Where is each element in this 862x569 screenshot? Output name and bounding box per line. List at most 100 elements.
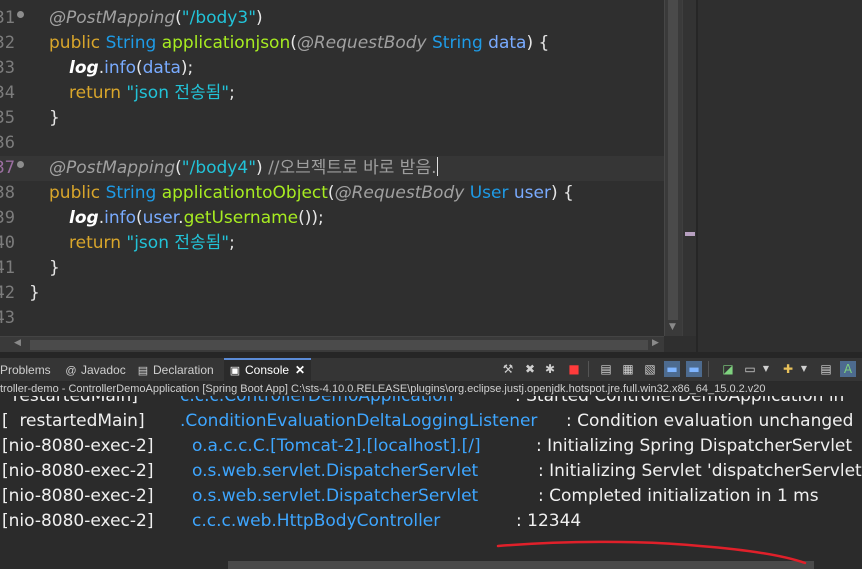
fold-marker-icon[interactable] — [17, 11, 24, 18]
code-text: return "json 전송됨"; — [69, 231, 235, 256]
log-thread: [nio-8080-exec-2] — [2, 436, 154, 456]
code-text: public String applicationjson(@RequestBo… — [49, 31, 549, 56]
word-wrap-icon[interactable]: ▧ — [642, 361, 658, 377]
code-token: data — [142, 58, 181, 78]
code-token: info — [104, 58, 136, 78]
console-output[interactable]: restartedMain] c.c.c.ControllerDemoApplic… — [0, 396, 862, 560]
log-logger-link[interactable]: c.c.c.web.HttpBodyController — [192, 509, 440, 534]
tab-problems[interactable]: Problems — [0, 358, 51, 382]
console-log-line[interactable]: restartedMain] c.c.c.ControllerDemoApplic… — [0, 396, 862, 409]
code-line[interactable]: 32 public String applicationjson(@Request… — [0, 31, 664, 56]
code-line[interactable]: 35} — [0, 106, 664, 131]
line-number: 34 — [0, 81, 18, 106]
line-number-text: 37 — [0, 158, 15, 178]
code-line[interactable]: 43 — [0, 306, 664, 331]
code-token: } — [49, 258, 60, 278]
code-line[interactable]: 37 @PostMapping("/body4") //오브젝트로 바로 받음. — [0, 156, 664, 181]
toolbar-separator — [708, 361, 709, 377]
code-token: public — [49, 183, 106, 203]
log-logger-link[interactable]: o.s.web.servlet.DispatcherServlet — [192, 484, 478, 509]
code-line[interactable]: 40 return "json 전송됨"; — [0, 231, 664, 256]
code-token: applicationtoObject — [161, 183, 328, 203]
code-line[interactable]: 33 log.info(data); — [0, 56, 664, 81]
editor-horizontal-scrollbar[interactable]: ◀ ▶ — [0, 336, 664, 352]
pin-console-icon[interactable]: ⚒ — [500, 361, 516, 377]
scroll-down-arrow-icon[interactable]: ▼ — [669, 322, 676, 332]
code-editor[interactable]: 31@PostMapping("/body3")32 public String … — [0, 0, 664, 336]
code-line[interactable]: 36 — [0, 131, 664, 156]
code-line[interactable]: 42} — [0, 281, 664, 306]
code-token: String — [105, 183, 162, 203]
code-text: @PostMapping("/body3") — [49, 6, 263, 31]
log-logger-link[interactable]: c.c.c.ControllerDemoApplication — [180, 396, 453, 409]
console-horizontal-scroll-thumb[interactable] — [228, 561, 814, 569]
line-number: 32 — [0, 31, 18, 56]
log-message: : Completed initialization in 1 ms — [538, 486, 819, 506]
editor-horizontal-scroll-thumb[interactable] — [30, 340, 648, 350]
scroll-lock-icon[interactable]: ▦ — [620, 361, 636, 377]
console-log-line[interactable]: [ restartedMain] .ConditionEvaluationDelt… — [0, 409, 862, 434]
log-logger-link[interactable]: o.s.web.servlet.DispatcherServlet — [192, 459, 478, 484]
chevron-down-icon[interactable]: ▼ — [758, 361, 774, 377]
console-log-line[interactable]: [nio-8080-exec-2] c.c.c.web.HttpBodyContr… — [0, 509, 862, 534]
views-tab-bar: Problems @ Javadoc ▤ Declaration ▣ Console ✕… — [0, 358, 862, 382]
show-on-stdout-icon[interactable]: ▬ — [664, 361, 680, 377]
code-line[interactable]: 34 return "json 전송됨"; — [0, 81, 664, 106]
code-text: } — [49, 256, 60, 281]
console-log-line[interactable]: [nio-8080-exec-2] o.s.web.servlet.Dispatc… — [0, 484, 862, 509]
terminate-icon[interactable]: ■ — [566, 361, 582, 377]
line-number: 37 — [0, 156, 18, 181]
code-token: return — [69, 83, 127, 103]
code-token: ; — [229, 233, 235, 253]
remove-launch-icon[interactable]: ✖ — [522, 361, 538, 377]
scroll-left-arrow-icon[interactable]: ◀ — [14, 338, 21, 348]
toolbar-separator — [588, 361, 589, 377]
code-line[interactable]: 41} — [0, 256, 664, 281]
line-number-text: 33 — [0, 58, 15, 78]
code-text: public String applicationtoObject(@Reque… — [49, 181, 574, 206]
close-icon[interactable]: ✕ — [295, 363, 305, 377]
overview-ruler[interactable] — [682, 0, 696, 336]
log-thread: [nio-8080-exec-2] — [2, 486, 154, 506]
clear-console-icon[interactable]: ▤ — [598, 361, 614, 377]
console-log-line[interactable]: [nio-8080-exec-2] o.a.c.c.C.[Tomcat-2].[l… — [0, 434, 862, 459]
copy-icon[interactable]: ▤ — [818, 361, 834, 377]
code-token: getUsername — [183, 208, 299, 228]
scroll-right-arrow-icon[interactable]: ▶ — [652, 338, 659, 348]
console-log-line[interactable]: [nio-8080-exec-2] o.s.web.servlet.Dispatc… — [0, 459, 862, 484]
tab-console[interactable]: ▣ Console ✕ — [224, 358, 312, 382]
new-console-icon[interactable]: ✚ — [780, 361, 796, 377]
chevron-down-icon[interactable]: ▼ — [796, 361, 812, 377]
code-token: ( — [135, 208, 143, 228]
console-settings-icon[interactable]: A — [840, 361, 856, 377]
code-line[interactable]: 39log.info(user.getUsername()); — [0, 206, 664, 231]
log-logger-link[interactable]: .ConditionEvaluationDeltaLoggingListener — [180, 409, 537, 434]
fold-marker-icon[interactable] — [17, 161, 24, 168]
code-token: String — [432, 33, 489, 53]
code-token: "/body3" — [181, 8, 257, 28]
display-selected-console-icon[interactable]: ▭ — [742, 361, 758, 377]
line-number: 43 — [0, 306, 18, 331]
code-token: } — [29, 283, 40, 303]
code-token: ( — [175, 8, 182, 28]
code-token: ; — [229, 83, 235, 103]
tab-javadoc[interactable]: @ Javadoc — [64, 358, 125, 382]
tab-declaration[interactable]: ▤ Declaration — [136, 358, 214, 382]
code-line[interactable]: 38 public String applicationtoObject(@Req… — [0, 181, 664, 206]
code-token: ); — [180, 58, 194, 78]
log-logger-link[interactable]: o.a.c.c.C.[Tomcat-2].[localhost].[/] — [192, 434, 481, 459]
editor-vertical-scrollbar[interactable]: ▼ — [664, 0, 682, 336]
line-number-text: 43 — [0, 308, 15, 328]
overview-ruler-marker[interactable] — [685, 232, 695, 236]
open-console-icon[interactable]: ◪ — [720, 361, 736, 377]
log-thread: restartedMain] — [2, 396, 138, 406]
console-icon: ▣ — [229, 365, 241, 377]
declaration-icon: ▤ — [137, 365, 149, 377]
remove-all-terminated-icon[interactable]: ✱ — [542, 361, 558, 377]
code-token: } — [49, 108, 60, 128]
console-horizontal-scrollbar[interactable] — [0, 560, 862, 569]
show-on-stderr-icon[interactable]: ▬ — [686, 361, 702, 377]
editor-vertical-scroll-thumb[interactable] — [668, 0, 678, 320]
log-message: : Initializing Spring DispatcherServlet — [536, 436, 853, 456]
code-line[interactable]: 31 @PostMapping("/body3") — [0, 6, 664, 31]
